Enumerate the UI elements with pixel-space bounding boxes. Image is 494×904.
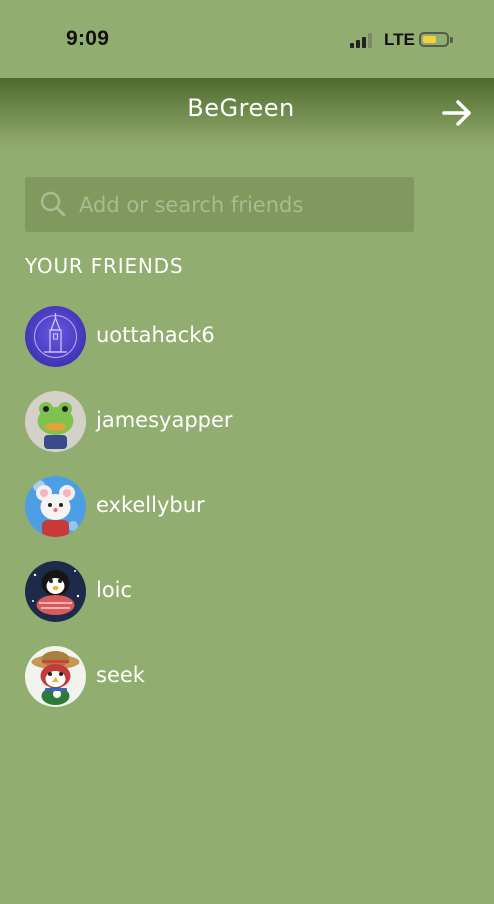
- friend-row[interactable]: exkellybur: [25, 476, 465, 561]
- status-time: 9:09: [66, 27, 110, 50]
- status-bar: 9:09 LTE: [0, 0, 494, 78]
- nav-header: BeGreen: [0, 78, 494, 150]
- bird-villager-avatar: [25, 646, 86, 707]
- frog-villager-avatar: [25, 391, 86, 452]
- network-label: LTE: [384, 30, 415, 49]
- your-friends-heading: YOUR FRIENDS: [25, 254, 184, 278]
- arrow-right-icon[interactable]: [440, 96, 474, 130]
- signal-strength-icon: [350, 32, 376, 48]
- battery-cap: [450, 37, 453, 43]
- friend-row[interactable]: jamesyapper: [25, 391, 465, 476]
- friend-name: seek: [96, 663, 145, 687]
- battery-fill: [423, 36, 437, 43]
- mouse-villager-avatar: [25, 476, 86, 537]
- search-box[interactable]: [25, 177, 414, 232]
- friend-row[interactable]: uottahack6: [25, 306, 465, 391]
- tower-logo-avatar: [25, 306, 86, 367]
- battery-icon: [419, 32, 449, 47]
- search-input[interactable]: [79, 177, 404, 232]
- friend-name: jamesyapper: [96, 408, 233, 432]
- friend-row[interactable]: loic: [25, 561, 465, 646]
- penguin-villager-avatar: [25, 561, 86, 622]
- friend-name: uottahack6: [96, 323, 215, 347]
- search-icon: [39, 190, 67, 218]
- friends-list: uottahack6 jamesyapper exkellybur loic s…: [25, 306, 465, 731]
- friend-name: loic: [96, 578, 133, 602]
- friend-row[interactable]: seek: [25, 646, 465, 731]
- app-title: BeGreen: [187, 94, 295, 122]
- friend-name: exkellybur: [96, 493, 205, 517]
